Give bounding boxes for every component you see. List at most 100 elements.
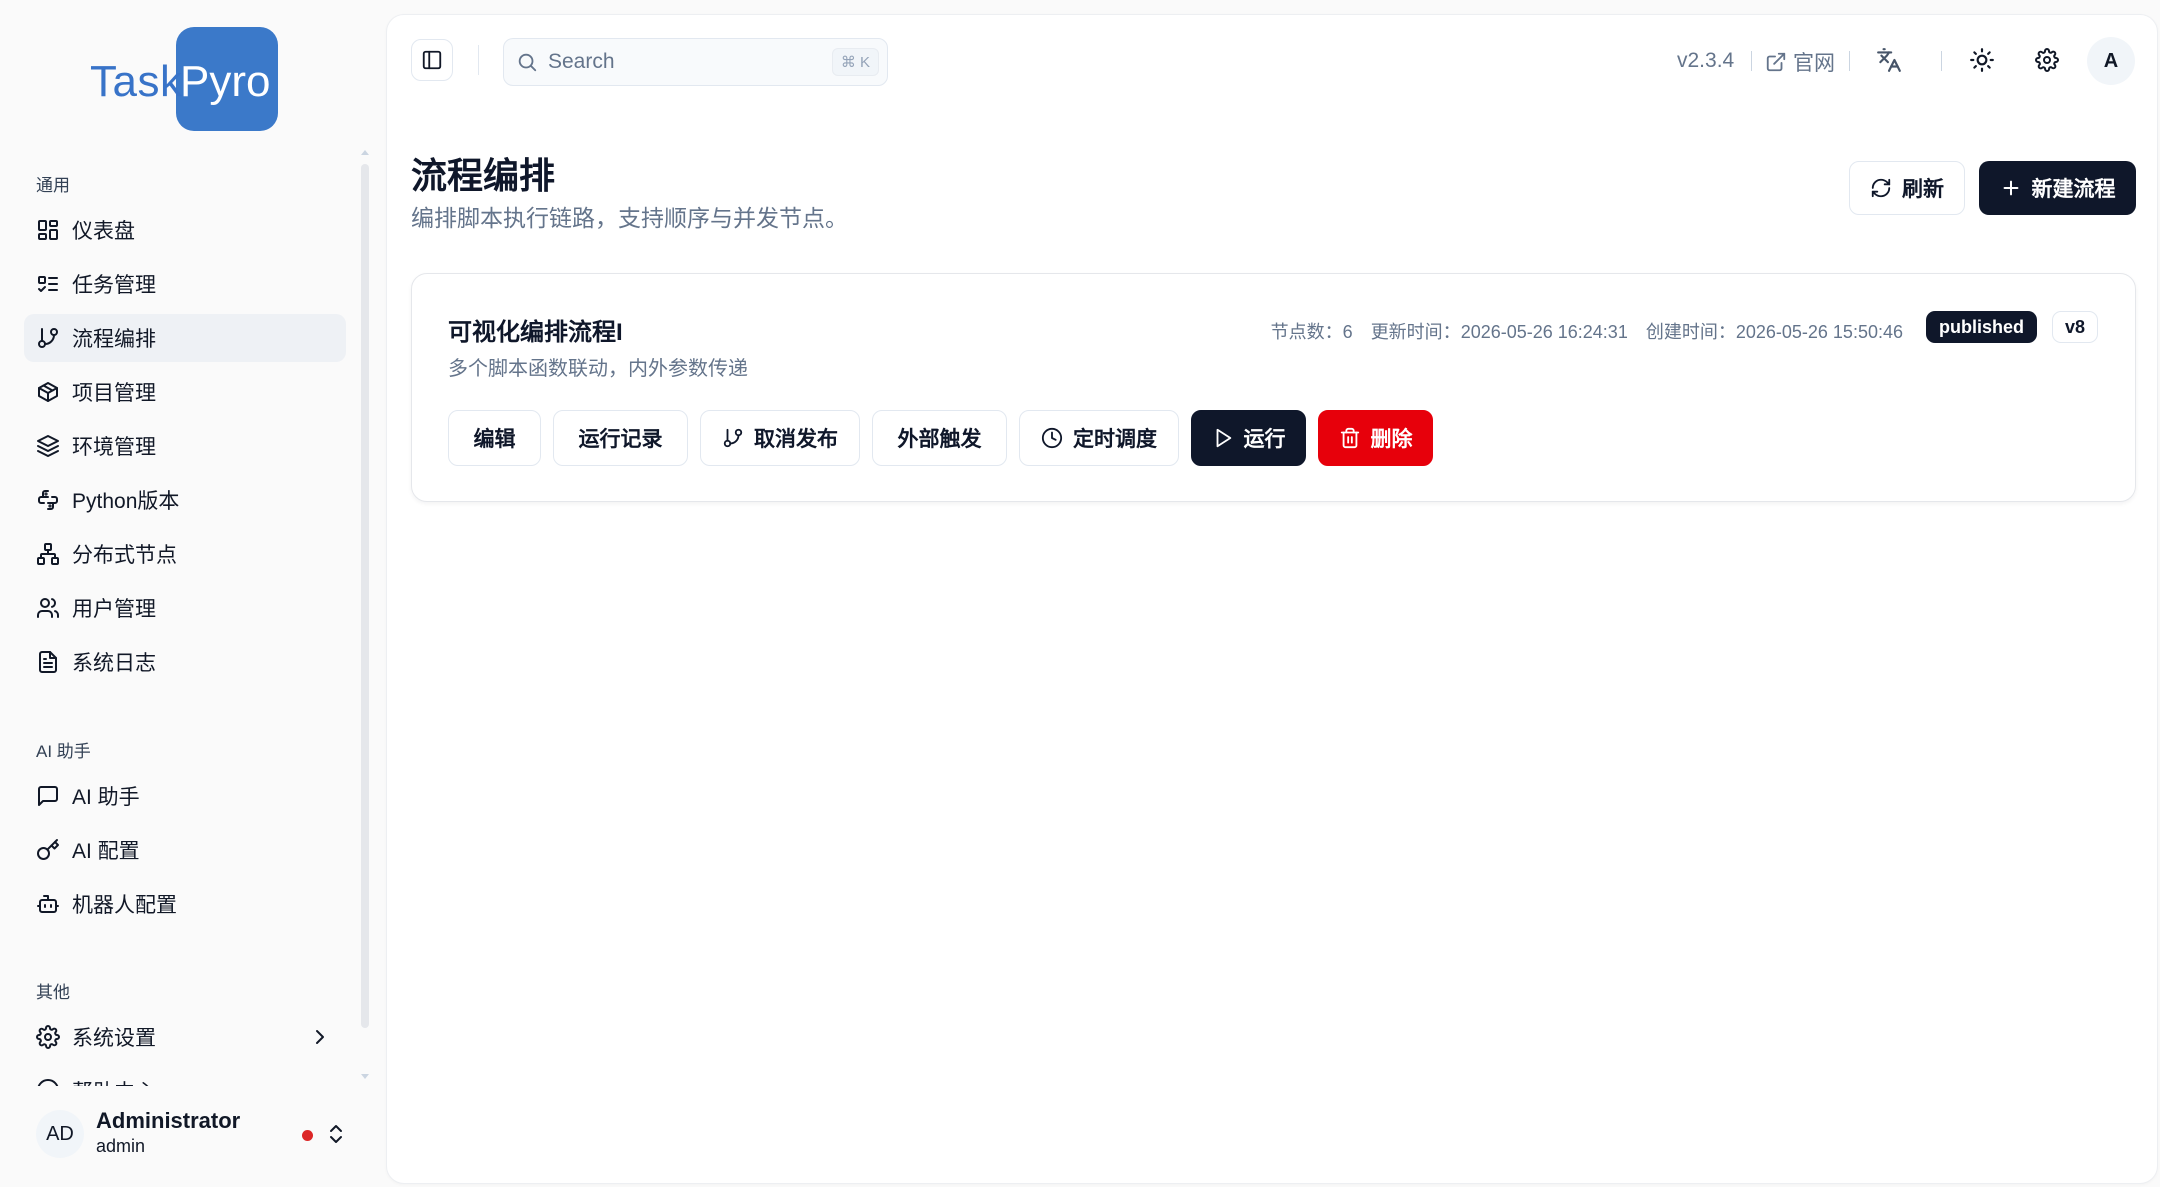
user-name: Administrator bbox=[96, 1108, 241, 1133]
unpublish-button[interactable]: 取消发布 bbox=[700, 410, 860, 466]
run-label: 运行 bbox=[1243, 428, 1286, 451]
search-shortcut: ⌘ K bbox=[831, 48, 879, 76]
sidebar-item-label: 机器人配置 bbox=[72, 894, 177, 917]
key-icon bbox=[36, 838, 60, 862]
updated-label: 更新时间： bbox=[1370, 322, 1461, 342]
sidebar-item-logs[interactable]: 系统日志 bbox=[24, 638, 346, 686]
run-button[interactable]: 运行 bbox=[1191, 410, 1306, 466]
refresh-icon bbox=[1871, 178, 1891, 198]
list-todo-icon bbox=[36, 272, 60, 296]
refresh-label: 刷新 bbox=[1902, 178, 1944, 201]
sidebar-item-ai-config[interactable]: AI 配置 bbox=[24, 826, 346, 874]
node-count: 节点数：6 bbox=[1271, 318, 1353, 344]
updated-value: 2026-05-26 16:24:31 bbox=[1460, 322, 1628, 342]
edit-label: 编辑 bbox=[473, 428, 516, 451]
search-icon bbox=[518, 53, 537, 72]
message-square-icon bbox=[36, 784, 60, 808]
chevrons-up-down-icon bbox=[330, 1125, 342, 1143]
theme-toggle-button[interactable] bbox=[1967, 45, 1997, 75]
version-label: v2.3.4 bbox=[1677, 49, 1735, 72]
help-circle-icon bbox=[36, 1078, 60, 1086]
file-text-icon bbox=[36, 650, 60, 674]
sidebar-item-label: 任务管理 bbox=[72, 274, 156, 297]
version-badge: v8 bbox=[2052, 311, 2099, 343]
edit-button[interactable]: 编辑 bbox=[448, 410, 541, 466]
logo-text-pyro: Pyro bbox=[180, 57, 271, 106]
sidebar-item-label: AI 助手 bbox=[72, 786, 140, 809]
git-branch-icon bbox=[36, 326, 60, 350]
created-time: 创建时间：2026-05-26 15:50:46 bbox=[1646, 318, 1903, 344]
sidebar-item-label: 帮助中心 bbox=[72, 1076, 156, 1086]
search-input[interactable]: Search ⌘ K bbox=[503, 38, 888, 86]
user-role: admin bbox=[96, 1136, 146, 1156]
play-icon bbox=[1216, 428, 1231, 448]
delete-button[interactable]: 删除 bbox=[1318, 410, 1433, 466]
gear-icon bbox=[2035, 48, 2059, 72]
official-site-link[interactable]: 官网 bbox=[1765, 47, 1835, 77]
dashboard-icon bbox=[36, 218, 60, 242]
sidebar-scrollbar[interactable] bbox=[361, 164, 369, 1028]
sidebar-item-label: Python版本 bbox=[72, 490, 180, 513]
clock-icon bbox=[1041, 427, 1063, 449]
plus-icon bbox=[2003, 180, 2018, 196]
refresh-button[interactable]: 刷新 bbox=[1849, 161, 1965, 215]
bot-icon bbox=[36, 892, 60, 916]
sidebar-item-tasks[interactable]: 任务管理 bbox=[24, 260, 346, 308]
run-history-button[interactable]: 运行记录 bbox=[553, 410, 688, 466]
page-description: 编排脚本执行链路，支持顺序与并发节点。 bbox=[411, 205, 848, 231]
sun-icon bbox=[1970, 48, 1994, 72]
status-dot bbox=[302, 1130, 313, 1141]
sidebar-item-help[interactable]: 帮助中心 bbox=[24, 1070, 346, 1086]
sidebar-item-label: AI 配置 bbox=[72, 840, 140, 863]
sidebar-item-flows[interactable]: 流程编排 bbox=[24, 314, 346, 362]
created-label: 创建时间： bbox=[1645, 322, 1736, 342]
sidebar-item-settings[interactable]: 系统设置 bbox=[24, 1013, 346, 1061]
sidebar-item-nodes[interactable]: 分布式节点 bbox=[24, 530, 346, 578]
chevron-right-icon bbox=[316, 1030, 324, 1044]
divider bbox=[1941, 51, 1942, 71]
settings-button[interactable] bbox=[2032, 45, 2062, 75]
delete-label: 删除 bbox=[1370, 428, 1413, 451]
schedule-button[interactable]: 定时调度 bbox=[1019, 410, 1179, 466]
sidebar-item-label: 环境管理 bbox=[72, 436, 156, 459]
new-flow-button[interactable]: 新建流程 bbox=[1979, 161, 2136, 215]
sidebar-item-dashboard[interactable]: 仪表盘 bbox=[24, 206, 346, 254]
toggle-sidebar-button[interactable] bbox=[411, 39, 453, 81]
sidebar-item-ai-assistant[interactable]: AI 助手 bbox=[24, 772, 346, 820]
trash-icon bbox=[1340, 427, 1359, 449]
scroll-down-arrow[interactable] bbox=[361, 1074, 369, 1079]
flow-name: 可视化编排流程I bbox=[448, 319, 623, 346]
settings-icon bbox=[36, 1025, 60, 1049]
node-count-value: 6 bbox=[1342, 322, 1353, 342]
scroll-up-arrow[interactable] bbox=[361, 150, 369, 155]
divider bbox=[478, 45, 479, 75]
external-trigger-button[interactable]: 外部触发 bbox=[872, 410, 1007, 466]
sidebar-item-projects[interactable]: 项目管理 bbox=[24, 368, 346, 416]
sidebar-item-bot-config[interactable]: 机器人配置 bbox=[24, 880, 346, 928]
sidebar-item-python-versions[interactable]: Python版本 bbox=[24, 476, 346, 524]
user-menu[interactable]: AD Administrator admin bbox=[24, 1102, 354, 1166]
sidebar-item-label: 系统日志 bbox=[72, 652, 156, 675]
sidebar-item-label: 用户管理 bbox=[72, 598, 156, 621]
flow-card[interactable]: 可视化编排流程I 多个脚本函数联动，内外参数传递 节点数：6 更新时间：2026… bbox=[411, 273, 2136, 502]
page-title: 流程编排 bbox=[411, 155, 556, 196]
user-avatar-button[interactable]: A bbox=[2087, 37, 2135, 85]
sidebar-item-environments[interactable]: 环境管理 bbox=[24, 422, 346, 470]
git-branch-icon bbox=[723, 428, 743, 448]
updated-time: 更新时间：2026-05-26 16:24:31 bbox=[1371, 318, 1628, 344]
network-icon bbox=[36, 542, 60, 566]
sidebar-item-label: 仪表盘 bbox=[72, 220, 135, 243]
nav-section-other: 其他 bbox=[36, 983, 70, 1002]
languages-icon bbox=[1877, 48, 1901, 72]
sidebar-item-label: 项目管理 bbox=[72, 382, 156, 405]
sidebar-item-users[interactable]: 用户管理 bbox=[24, 584, 346, 632]
language-button[interactable] bbox=[1874, 45, 1904, 75]
divider bbox=[1751, 51, 1752, 71]
app-root: Task Pyro 通用 仪表盘 任务管理 流程编排 项目管理 环境管理 Pyt… bbox=[0, 0, 2160, 1187]
logo-text-task: Task bbox=[90, 57, 183, 106]
search-placeholder: Search bbox=[548, 50, 615, 73]
users-icon bbox=[36, 596, 60, 620]
app-logo[interactable]: Task Pyro bbox=[88, 27, 288, 132]
official-site-label: 官网 bbox=[1793, 52, 1835, 75]
new-flow-label: 新建流程 bbox=[2031, 178, 2116, 201]
